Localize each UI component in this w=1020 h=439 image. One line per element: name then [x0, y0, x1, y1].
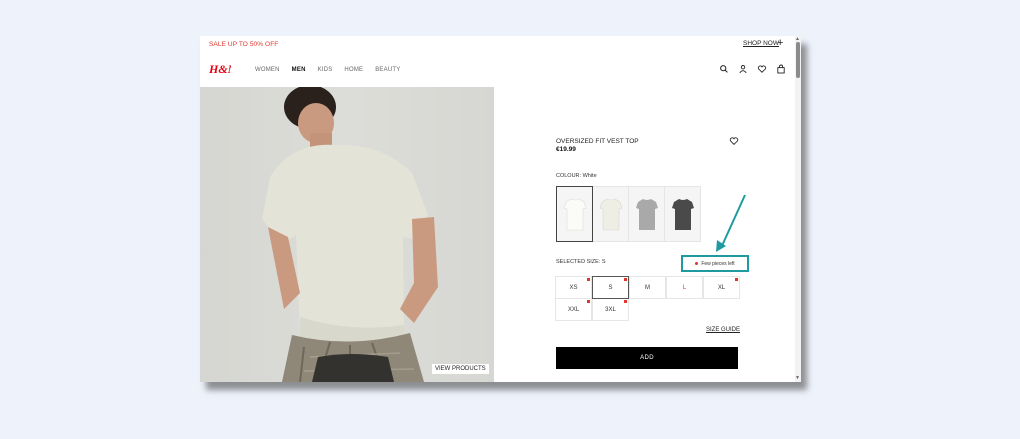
low-stock-dot	[695, 262, 699, 265]
size-label-text: XL	[717, 284, 726, 291]
account-icon[interactable]	[738, 64, 748, 74]
nav-item-men[interactable]: MEN	[292, 67, 306, 73]
size-label-text: S	[608, 284, 613, 291]
size-option-xs[interactable]: XS	[555, 276, 592, 299]
low-stock-marker	[587, 300, 590, 303]
size-label-text: XXL	[567, 306, 580, 313]
tshirt-thumbnail	[636, 199, 658, 230]
size-label-text: XS	[569, 284, 578, 291]
tshirt-thumbnail	[672, 199, 694, 230]
browser-window: SALE UP TO 50% OFF SHOP NOW + H&M WOMEN …	[200, 36, 801, 382]
nav-item-women[interactable]: WOMEN	[255, 67, 280, 73]
scroll-down-icon[interactable]: ▼	[795, 375, 800, 381]
stock-note: Few pieces left	[681, 255, 749, 272]
low-stock-marker	[587, 278, 590, 281]
promo-banner[interactable]: SALE UP TO 50% OFF	[209, 41, 278, 48]
hm-logo[interactable]: H&M	[209, 62, 231, 75]
tshirt-thumbnail	[599, 198, 623, 231]
product-price: €19.99	[556, 146, 576, 153]
model-illustration	[262, 87, 438, 382]
scrollbar[interactable]: ▲ ▼	[795, 36, 801, 382]
nav-item-kids[interactable]: KIDS	[318, 67, 333, 73]
favorites-icon[interactable]	[757, 64, 767, 74]
size-option-l[interactable]: L	[666, 276, 703, 299]
stock-note-text: Few pieces left	[701, 260, 735, 267]
main-nav: WOMEN MEN KIDS HOME BEAUTY	[255, 67, 400, 73]
low-stock-marker	[735, 278, 738, 281]
shopping-bag-icon[interactable]	[776, 64, 786, 74]
low-stock-marker	[624, 278, 627, 281]
shop-now-link[interactable]: SHOP NOW	[743, 40, 779, 47]
svg-text:H&M: H&M	[209, 62, 231, 75]
view-products-button[interactable]: VIEW PRODUCTS	[432, 364, 489, 374]
product-photo[interactable]: VIEW PRODUCTS	[200, 87, 494, 382]
nav-item-home[interactable]: HOME	[344, 67, 363, 73]
selected-size-label: SELECTED SIZE: S	[556, 259, 606, 265]
colour-swatch-light-grey[interactable]	[628, 186, 665, 242]
colour-swatch-dark-grey[interactable]	[664, 186, 701, 242]
low-stock-marker	[624, 300, 627, 303]
size-option-m[interactable]: M	[629, 276, 666, 299]
size-option-s[interactable]: S	[592, 276, 629, 299]
add-to-favorites-icon[interactable]	[729, 136, 739, 146]
nav-item-beauty[interactable]: BEAUTY	[375, 67, 400, 73]
size-option-xxl[interactable]: XXL	[555, 298, 592, 321]
size-option-3xl[interactable]: 3XL	[592, 298, 629, 321]
product-title: OVERSIZED FIT VEST TOP	[556, 138, 639, 145]
colour-swatch-white[interactable]	[556, 186, 593, 242]
size-label-text: L	[682, 284, 687, 291]
scroll-thumb[interactable]	[796, 42, 800, 78]
colour-label: COLOUR: White	[556, 173, 597, 179]
size-option-xl[interactable]: XL	[703, 276, 740, 299]
size-guide-link[interactable]: SIZE GUIDE	[706, 327, 740, 333]
size-label-text: M	[645, 284, 650, 291]
colour-swatches	[556, 186, 701, 242]
add-to-bag-button[interactable]: ADD	[556, 347, 738, 369]
plus-icon[interactable]: +	[777, 38, 783, 49]
search-icon[interactable]	[719, 64, 729, 74]
colour-swatch-cream[interactable]	[592, 186, 629, 242]
tshirt-thumbnail	[563, 198, 587, 231]
size-label-text: 3XL	[605, 306, 616, 313]
